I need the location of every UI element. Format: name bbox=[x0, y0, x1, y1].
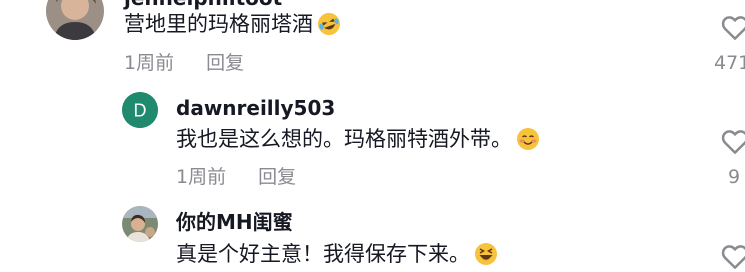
comment-text: 营地里的玛格丽塔酒 bbox=[124, 10, 341, 43]
username[interactable]: 你的MH闺蜜 bbox=[176, 210, 293, 234]
grinning-squint-emoji bbox=[474, 242, 498, 272]
heart-outline-icon[interactable] bbox=[720, 127, 745, 157]
comment-thread: jennelphiltoot 营地里的玛格丽塔酒 1周前 回复 bbox=[0, 0, 745, 272]
heart-outline-icon[interactable] bbox=[720, 242, 745, 272]
username[interactable]: jennelphiltoot bbox=[124, 0, 282, 10]
avatar-letter: D bbox=[134, 101, 147, 121]
avatar[interactable] bbox=[122, 206, 158, 242]
avatar[interactable]: D bbox=[122, 92, 158, 128]
like-count: 471 bbox=[714, 52, 745, 74]
comment-body: 营地里的玛格丽塔酒 bbox=[124, 12, 313, 36]
reply-button[interactable]: 回复 bbox=[258, 166, 296, 188]
comment-meta: 1周前 回复 bbox=[124, 51, 244, 75]
avatar[interactable] bbox=[46, 0, 104, 40]
smiling-blush-emoji bbox=[516, 127, 540, 158]
heart-outline-icon[interactable] bbox=[720, 13, 745, 43]
username[interactable]: dawnreilly503 bbox=[176, 96, 335, 120]
comment-body: 真是个好主意！我得保存下来。 bbox=[176, 242, 470, 266]
like-count: 9 bbox=[728, 166, 741, 188]
rolling-laughing-emoji bbox=[317, 12, 341, 43]
comment-meta: 1周前 回复 bbox=[176, 165, 296, 189]
comment-text: 真是个好主意！我得保存下来。 bbox=[176, 240, 498, 272]
comment-text: 我也是这么想的。玛格丽特酒外带。 bbox=[176, 125, 540, 158]
timestamp: 1周前 bbox=[124, 52, 175, 74]
reply-button[interactable]: 回复 bbox=[206, 52, 244, 74]
timestamp: 1周前 bbox=[176, 166, 227, 188]
comment-body: 我也是这么想的。玛格丽特酒外带。 bbox=[176, 127, 512, 151]
